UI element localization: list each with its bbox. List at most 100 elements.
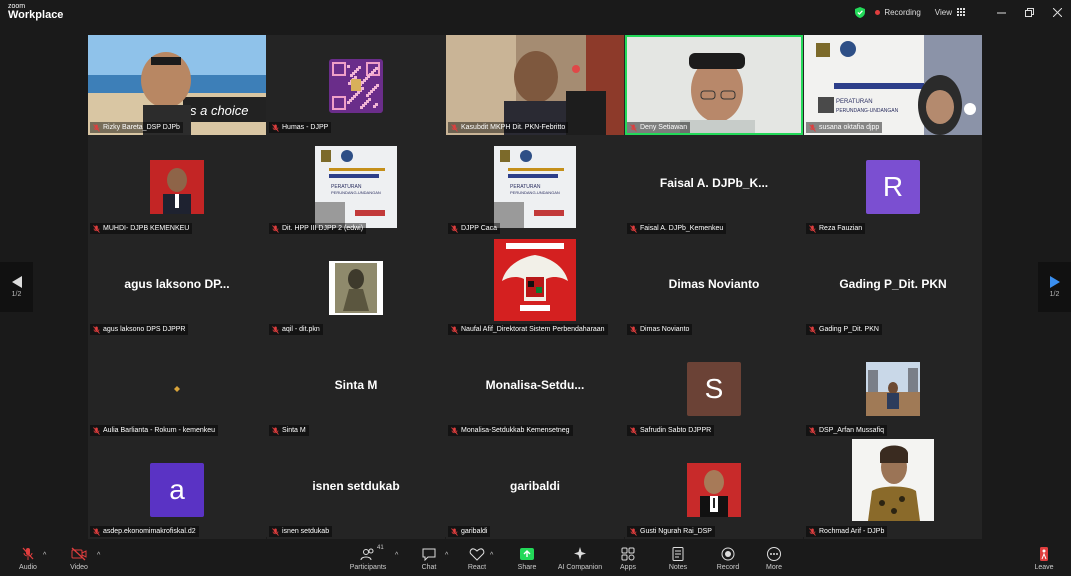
page-indicator-right: 1/2 <box>1049 291 1060 298</box>
sparkle-icon <box>574 547 586 560</box>
participant-tile[interactable]: Rochmad Arif - DJPb <box>804 439 982 539</box>
participants-count: 41 <box>377 545 384 551</box>
view-button[interactable]: View <box>935 8 965 17</box>
participant-display-name: Monalisa-Setdu... <box>485 378 585 392</box>
apps-label: Apps <box>620 564 636 571</box>
share-button[interactable]: Share <box>497 547 557 571</box>
participant-tile[interactable]: Naufal Afif_Direktorat Sistem Perbendaha… <box>446 237 624 337</box>
audio-label: Audio <box>19 564 37 571</box>
participant-tile[interactable]: PERATURAN PERUNDANG-UNDANGAN DJPP Caca <box>446 136 624 236</box>
more-button[interactable]: More <box>744 547 804 571</box>
qr-code-image <box>329 59 383 113</box>
next-page-button[interactable]: 1/2 <box>1038 262 1071 312</box>
participant-tile[interactable]: aqil - dit.pkn <box>267 237 445 337</box>
apps-icon <box>621 547 635 561</box>
svg-text:PERUNDANG-UNDANGAN: PERUNDANG-UNDANGAN <box>510 190 560 195</box>
more-label: More <box>766 564 782 571</box>
participant-tile[interactable]: Sinta M Sinta M <box>267 338 445 438</box>
participant-tile[interactable]: Gusti Ngurah Rai_DSP <box>625 439 803 539</box>
participant-nameplate: Humas - DJPP <box>269 122 332 133</box>
participant-nameplate: DSP_Arfan Mussafiq <box>806 425 887 436</box>
participant-tile[interactable]: Monalisa-Setdu... Monalisa-Setdukkab Keme… <box>446 338 624 438</box>
record-label: Record <box>716 564 740 571</box>
participant-tile[interactable]: S Safrudin Sabto DJPPR <box>625 338 803 438</box>
participant-display-name: agus laksono DP... <box>124 277 230 291</box>
chat-icon <box>422 548 436 561</box>
grid-icon <box>957 8 965 16</box>
participants-label: Participants <box>349 564 387 571</box>
participant-tile[interactable]: PERATURAN PERUNDANG-UNDANGAN susana oktafi… <box>804 35 982 135</box>
mic-muted-icon <box>93 325 100 334</box>
logo-bottom-text: Workplace <box>8 9 64 21</box>
mic-muted-icon <box>809 325 816 334</box>
participant-tile[interactable]: s a choice Rizky Bareta_DSP DJPb <box>88 35 266 135</box>
participant-name: Gusti Ngurah Rai_DSP <box>640 528 712 535</box>
participant-tile[interactable]: MUHDI- DJPB KEMENKEU <box>88 136 266 236</box>
participant-tile[interactable]: Deny Setiawan <box>625 35 803 135</box>
participant-tile[interactable]: Kasubdit MKPH Dit. PKN-Febritto <box>446 35 624 135</box>
participant-tile[interactable]: Aulia Barlianta - Rokum - kemenkeu <box>88 338 266 438</box>
svg-text:s a choice: s a choice <box>190 103 249 118</box>
mic-muted-icon <box>451 224 458 233</box>
avatar: S <box>687 362 741 416</box>
mic-muted-icon <box>272 325 279 334</box>
participant-tile[interactable]: DSP_Arfan Mussafiq <box>804 338 982 438</box>
more-icon <box>767 547 781 561</box>
participant-nameplate: Rizky Bareta_DSP DJPb <box>90 122 183 133</box>
previous-page-button[interactable]: 1/2 <box>0 262 33 312</box>
participant-nameplate: asdep.ekonomimakrofiskal.d2 <box>90 526 199 537</box>
mic-muted-icon <box>272 527 279 536</box>
participants-options-caret-icon[interactable]: ^ <box>395 552 398 559</box>
page-indicator-left: 1/2 <box>11 291 22 298</box>
participant-tile[interactable]: isnen setdukab isnen setdukab <box>267 439 445 539</box>
participant-nameplate: agus laksono DPS DJPPR <box>90 324 189 335</box>
restore-button[interactable] <box>1015 0 1043 24</box>
event-poster-image: PERATURANPERUNDANG-UNDANGAN <box>315 146 397 228</box>
participant-nameplate: Naufal Afif_Direktorat Sistem Perbendaha… <box>448 324 608 335</box>
mic-muted-icon <box>451 325 458 334</box>
heart-icon <box>469 548 485 561</box>
mic-muted-icon <box>451 426 458 435</box>
participant-nameplate: DJPP Caca <box>448 223 501 234</box>
participant-name: Reza Fauzian <box>819 225 863 232</box>
video-camera-off-icon <box>71 547 87 561</box>
arrow-right-icon <box>1049 276 1060 288</box>
leave-button[interactable]: Leave <box>1014 547 1071 571</box>
profile-photo <box>687 463 741 517</box>
participant-name: Naufal Afif_Direktorat Sistem Perbendaha… <box>461 326 605 333</box>
close-button[interactable] <box>1043 0 1071 24</box>
participant-tile[interactable]: Faisal A. DJPb_K... Faisal A. DJPb_Kemenk… <box>625 136 803 236</box>
video-options-caret-icon[interactable]: ^ <box>97 552 100 559</box>
participant-name: DJPP Caca <box>461 225 498 232</box>
participant-nameplate: isnen setdukab <box>269 526 333 537</box>
recording-dot-icon <box>875 9 881 15</box>
shield-check-icon[interactable] <box>855 6 866 18</box>
video-button[interactable]: Video <box>49 547 109 571</box>
share-label: Share <box>517 564 537 571</box>
recording-label: Recording <box>884 7 921 17</box>
video-feed-banner: PERATURAN PERUNDANG-UNDANGAN <box>804 35 982 135</box>
audio-options-caret-icon[interactable]: ^ <box>43 552 46 559</box>
participant-tile[interactable]: Dimas Novianto Dimas Novianto <box>625 237 803 337</box>
participants-button[interactable]: Participants <box>338 547 398 571</box>
record-icon <box>721 547 735 561</box>
mic-muted-icon <box>630 224 637 233</box>
participant-name: Deny Setiawan <box>640 124 688 131</box>
participant-tile[interactable]: Humas - DJPP <box>267 35 445 135</box>
mic-muted-icon <box>93 123 100 132</box>
view-label: View <box>934 7 952 17</box>
participant-tile[interactable]: garibaldi garibaldi <box>446 439 624 539</box>
participant-nameplate: garibaldi <box>448 526 491 537</box>
participant-nameplate: Aulia Barlianta - Rokum - kemenkeu <box>90 425 219 436</box>
participant-tile[interactable]: Gading P_Dit. PKN Gading P_Dit. PKN <box>804 237 982 337</box>
ai-companion-label: AI Companion <box>557 564 603 571</box>
participant-tile[interactable]: agus laksono DP... agus laksono DPS DJPPR <box>88 237 266 337</box>
profile-photo-large <box>852 439 934 521</box>
participant-tile[interactable]: a asdep.ekonomimakrofiskal.d2 <box>88 439 266 539</box>
participant-name: Gading P_Dit. PKN <box>819 326 879 333</box>
recording-indicator[interactable]: Recording <box>875 7 921 17</box>
minimize-button[interactable] <box>987 0 1015 24</box>
participant-tile[interactable]: PERATURAN PERUNDANG-UNDANGAN Dit. HPP III … <box>267 136 445 236</box>
participant-tile[interactable]: R Reza Fauzian <box>804 136 982 236</box>
react-options-caret-icon[interactable]: ^ <box>490 552 493 559</box>
